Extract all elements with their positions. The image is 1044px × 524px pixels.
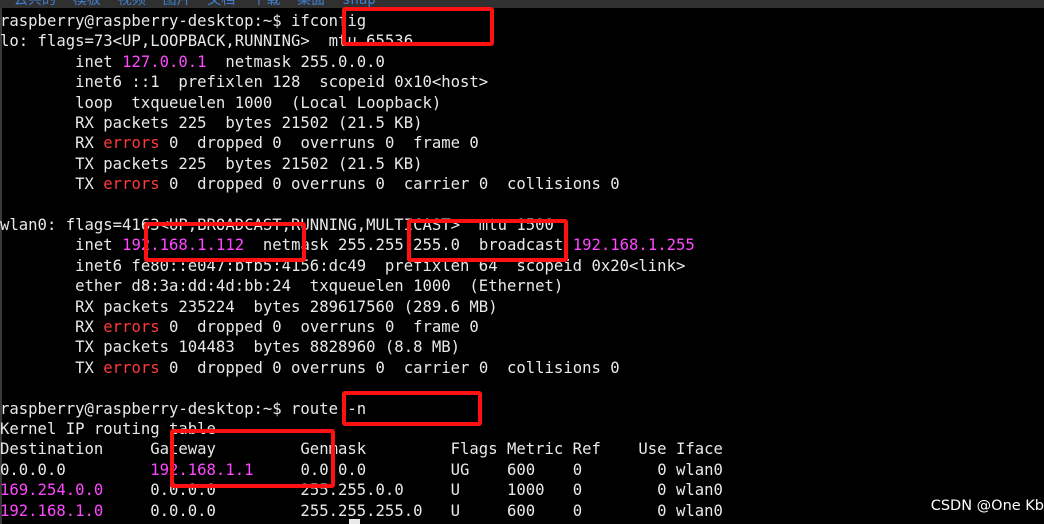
terminal-text: TX [0,175,104,194]
terminal-text: 0.0.0.0 255.255.255.0 U 600 0 0 wlan0 [103,501,723,520]
terminal-line: inet 127.0.0.1 netmask 255.0.0.0 [0,52,385,72]
terminal-text: RX packets 235224 bytes 289617560 (289.6… [0,297,498,316]
terminal-line: inet6 ::1 prefixlen 128 scopeid 0x10<hos… [0,72,488,92]
terminal-text: ether d8:3a:dd:4d:bb:24 txqueuelen 1000 … [0,277,564,296]
terminal-text: RX packets 225 bytes 21502 (21.5 KB) [0,114,423,132]
terminal-text: inet6 fe80::e047:bfb5:4156:dc49 prefixle… [0,256,686,275]
terminal-line: RX errors 0 dropped 0 overruns 0 frame 0 [0,133,479,153]
terminal-text: RX [0,134,104,153]
terminal-text: inet [0,236,123,255]
highlight-ifconfig-command [342,7,494,46]
terminal-line: TX packets 104483 bytes 8828960 (8.8 MB) [0,337,460,357]
terminal-cursor [349,519,360,524]
highlight-gateway [170,429,335,488]
file-manager-strip: 云共的 模板 视频 图片 文档 下载 桌面 snap [0,0,1044,8]
terminal-text: TX packets 225 bytes 21502 (21.5 KB) [0,154,423,173]
terminal-line: loop txqueuelen 1000 (Local Loopback) [0,93,441,113]
ip-address-text: 169.254.0.0 [0,481,104,500]
highlight-wlan0-netmask [407,219,568,262]
terminal-line: raspberry@raspberry-desktop:~$ ifconfig [0,11,366,31]
terminal-text: 0 dropped 0 overruns 0 frame 0 [159,318,479,336]
terminal-text: inet [0,52,123,71]
ip-address-text: 127.0.0.1 [122,52,207,71]
terminal-text: loop txqueuelen 1000 (Local Loopback) [0,93,442,112]
terminal-text: TX [0,358,104,377]
watermark: CSDN @One Kb [924,495,1044,517]
terminal-text: raspberry@raspberry-desktop:~$ route -n [0,399,367,418]
terminal-text: 0 dropped 0 overruns 0 carrier 0 collisi… [159,358,620,377]
terminal-line: ether d8:3a:dd:4d:bb:24 txqueuelen 1000 … [0,276,563,296]
terminal-line: raspberry@raspberry-desktop:~$ route -n [0,399,366,419]
highlight-route-command [342,391,482,426]
errors-label: errors [103,134,160,153]
terminal-line: 192.168.1.0 0.0.0.0 255.255.255.0 U 600 … [0,501,723,521]
terminal-line: 0.0.0.0 192.168.1.1 0.0.0.0 UG 600 0 0 w… [0,460,723,480]
terminal-text: inet6 ::1 prefixlen 128 scopeid 0x10<hos… [0,73,489,92]
terminal-text: 0 dropped 0 overruns 0 carrier 0 collisi… [159,175,620,194]
terminal-text: netmask 255.0.0.0 [206,52,385,71]
terminal-text: RX [0,318,104,336]
highlight-wlan0-inet [144,222,306,262]
terminal-line: TX packets 225 bytes 21502 (21.5 KB) [0,154,422,174]
file-manager-strip-text: 云共的 模板 视频 图片 文档 下载 桌面 snap [14,0,376,8]
ip-address-text: 192.168.1.0 [0,501,104,520]
terminal-line: RX packets 235224 bytes 289617560 (289.6… [0,297,498,317]
terminal-window[interactable]: 云共的 模板 视频 图片 文档 下载 桌面 snap raspberry@ras… [0,0,1044,524]
errors-label: errors [103,318,160,336]
terminal-line: TX errors 0 dropped 0 overruns 0 carrier… [0,358,620,378]
terminal-line: RX errors 0 dropped 0 overruns 0 frame 0 [0,317,479,337]
terminal-line: Destination Gateway Genmask Flags Metric… [0,439,723,459]
terminal-line: TX errors 0 dropped 0 overruns 0 carrier… [0,174,620,194]
ip-address-text: 192.168.1.255 [572,236,695,255]
terminal-line: inet6 fe80::e047:bfb5:4156:dc49 prefixle… [0,256,685,276]
terminal-text: 0 dropped 0 overruns 0 frame 0 [159,134,479,153]
terminal-line: inet 192.168.1.112 netmask 255.255.255.0… [0,235,695,255]
errors-label: errors [103,175,160,194]
terminal-text: 0.0.0.0 [0,460,151,479]
terminal-line: 169.254.0.0 0.0.0.0 255.255.0.0 U 1000 0… [0,480,723,500]
errors-label: errors [103,358,160,377]
terminal-text: raspberry@raspberry-desktop:~$ ifconfig [0,12,367,30]
terminal-text: Destination Gateway Genmask Flags Metric… [0,440,723,459]
terminal-line: RX packets 225 bytes 21502 (21.5 KB) [0,113,422,133]
terminal-text: TX packets 104483 bytes 8828960 (8.8 MB) [0,338,461,357]
